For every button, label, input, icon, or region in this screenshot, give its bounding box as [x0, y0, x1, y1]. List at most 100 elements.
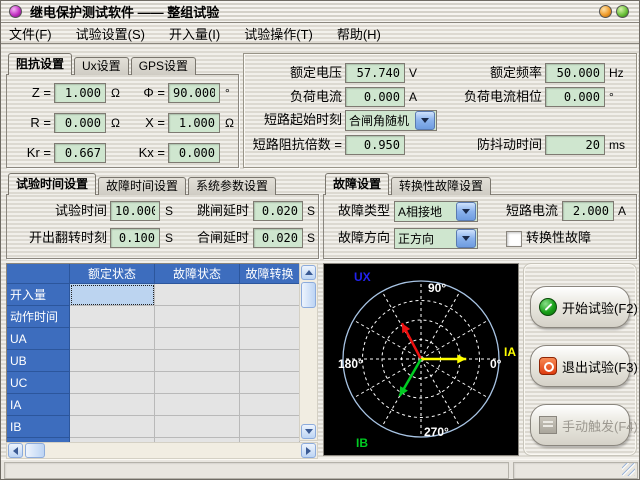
tab-fault-settings[interactable]: 故障设置 [325, 173, 389, 195]
kx-field[interactable] [168, 143, 220, 163]
rated-freq-field[interactable] [545, 63, 605, 83]
short-start-dropdown[interactable]: 合闸角随机 [345, 110, 437, 131]
trip-delay-label: 跳闸延时 [187, 201, 249, 221]
short-current-field[interactable] [562, 201, 614, 221]
exit-test-button[interactable]: 退出试验(F3) [530, 345, 630, 387]
phi-field[interactable] [168, 83, 220, 103]
vertical-scroll-thumb[interactable] [301, 282, 316, 308]
angle-label-180: 180° [338, 357, 363, 371]
table-cell[interactable] [155, 372, 240, 394]
scroll-left-icon[interactable] [8, 443, 23, 458]
table-cell[interactable] [240, 394, 300, 416]
resize-grip-icon[interactable] [622, 463, 635, 476]
z-label: Z = [11, 83, 51, 103]
scroll-right-icon[interactable] [301, 443, 316, 458]
imp-multiple-label: 短路阻抗倍数 = [244, 135, 342, 155]
tab-ux-settings[interactable]: Ux设置 [74, 57, 129, 75]
tab-convert-fault-settings[interactable]: 转换性故障设置 [391, 177, 491, 195]
short-start-label: 短路起始时刻 [244, 110, 342, 130]
polar-plot: 90° 180° 0° 270° UX IA IB [324, 264, 518, 455]
fault-type-dropdown[interactable]: A相接地 [394, 201, 478, 222]
table-cell[interactable] [240, 416, 300, 438]
phi-label: Φ = [125, 83, 165, 103]
green-power-icon [539, 298, 557, 316]
status-pane-right [513, 462, 638, 479]
close-delay-field[interactable] [253, 228, 303, 248]
kr-field[interactable] [54, 143, 106, 163]
chevron-down-icon[interactable] [415, 111, 435, 130]
tab-test-time[interactable]: 试验时间设置 [8, 173, 96, 195]
test-time-unit: S [165, 201, 173, 221]
load-phase-field[interactable] [545, 87, 605, 107]
table-cell[interactable] [155, 328, 240, 350]
table-cell[interactable] [70, 394, 155, 416]
trip-delay-field[interactable] [253, 201, 303, 221]
scroll-up-icon[interactable] [301, 265, 316, 280]
load-current-field[interactable] [345, 87, 405, 107]
tab-gps-settings[interactable]: GPS设置 [131, 57, 196, 75]
rated-voltage-unit: V [409, 63, 417, 83]
z-field[interactable] [54, 83, 106, 103]
table-cell[interactable] [240, 306, 300, 328]
anti-shake-label: 防抖动时间 [444, 135, 542, 155]
table-cell[interactable] [155, 394, 240, 416]
tab-impedance-settings[interactable]: 阻抗设置 [8, 53, 72, 75]
tab-fault-time[interactable]: 故障时间设置 [98, 177, 186, 195]
start-test-button[interactable]: 开始试验(F2) [530, 286, 630, 328]
table-cell[interactable] [70, 328, 155, 350]
table-row: 动作时间 [7, 306, 300, 328]
minimize-button-icon[interactable] [599, 5, 612, 18]
table-cell[interactable] [155, 416, 240, 438]
x-label: X = [125, 113, 165, 133]
table-cell[interactable] [70, 306, 155, 328]
r-unit: Ω [111, 113, 120, 133]
table-cell[interactable] [70, 416, 155, 438]
table-cell[interactable] [240, 284, 300, 306]
table-cell[interactable] [155, 350, 240, 372]
table-cell[interactable] [70, 350, 155, 372]
x-field[interactable] [168, 113, 220, 133]
app-window: 继电保护测试软件 —— 整组试验 文件(F) 试验设置(S) 开入量(I) 试验… [0, 0, 640, 480]
table-cell-selected[interactable] [70, 284, 155, 306]
flip-time-field[interactable] [110, 228, 160, 248]
menu-test-operation[interactable]: 试验操作(T) [244, 24, 313, 43]
imp-multiple-field[interactable] [345, 135, 405, 155]
kx-label: Kx = [125, 143, 165, 163]
flip-time-unit: S [165, 228, 173, 248]
table-cell[interactable] [70, 372, 155, 394]
test-time-field[interactable] [110, 201, 160, 221]
fault-direction-dropdown[interactable]: 正方向 [394, 228, 478, 249]
close-button-icon[interactable] [616, 5, 629, 18]
fault-panel-body: 故障类型 A相接地 短路电流 A 故障方向 正方向 转换性故障 [323, 194, 637, 259]
table-cell[interactable] [155, 284, 240, 306]
table-cell[interactable] [240, 328, 300, 350]
rated-voltage-field[interactable] [345, 63, 405, 83]
action-button-panel: 开始试验(F2) 退出试验(F3) 手动触发(F4) [523, 263, 637, 456]
col-rated-state: 额定状态 [70, 264, 155, 284]
menu-binary-input[interactable]: 开入量(I) [169, 24, 220, 43]
chevron-down-icon[interactable] [456, 202, 476, 221]
manual-trigger-button[interactable]: 手动触发(F4) [530, 404, 630, 446]
table-corner-cell [7, 264, 70, 284]
convert-fault-label: 转换性故障 [526, 228, 616, 248]
anti-shake-field[interactable] [545, 135, 605, 155]
menu-help[interactable]: 帮助(H) [337, 24, 381, 43]
convert-fault-checkbox[interactable] [506, 231, 522, 247]
fault-panel: 故障设置 转换性故障设置 故障类型 A相接地 短路电流 A 故障方向 正方向 [323, 173, 637, 259]
horizontal-scroll-thumb[interactable] [25, 443, 45, 458]
table-cell[interactable] [155, 306, 240, 328]
table-vertical-scrollbar[interactable] [299, 263, 318, 441]
vector-ia [457, 355, 466, 364]
table-horizontal-scrollbar[interactable] [6, 442, 318, 459]
tab-system-params[interactable]: 系统参数设置 [188, 177, 276, 195]
menu-bar: 文件(F) 试验设置(S) 开入量(I) 试验操作(T) 帮助(H) [1, 23, 639, 44]
table-cell[interactable] [240, 350, 300, 372]
scroll-down-icon[interactable] [301, 424, 316, 439]
chevron-down-icon[interactable] [456, 229, 476, 248]
menu-test-settings[interactable]: 试验设置(S) [76, 24, 145, 43]
load-phase-unit: ° [609, 87, 614, 107]
table-row: IA [7, 394, 300, 416]
menu-file[interactable]: 文件(F) [9, 24, 52, 43]
table-cell[interactable] [240, 372, 300, 394]
r-field[interactable] [54, 113, 106, 133]
